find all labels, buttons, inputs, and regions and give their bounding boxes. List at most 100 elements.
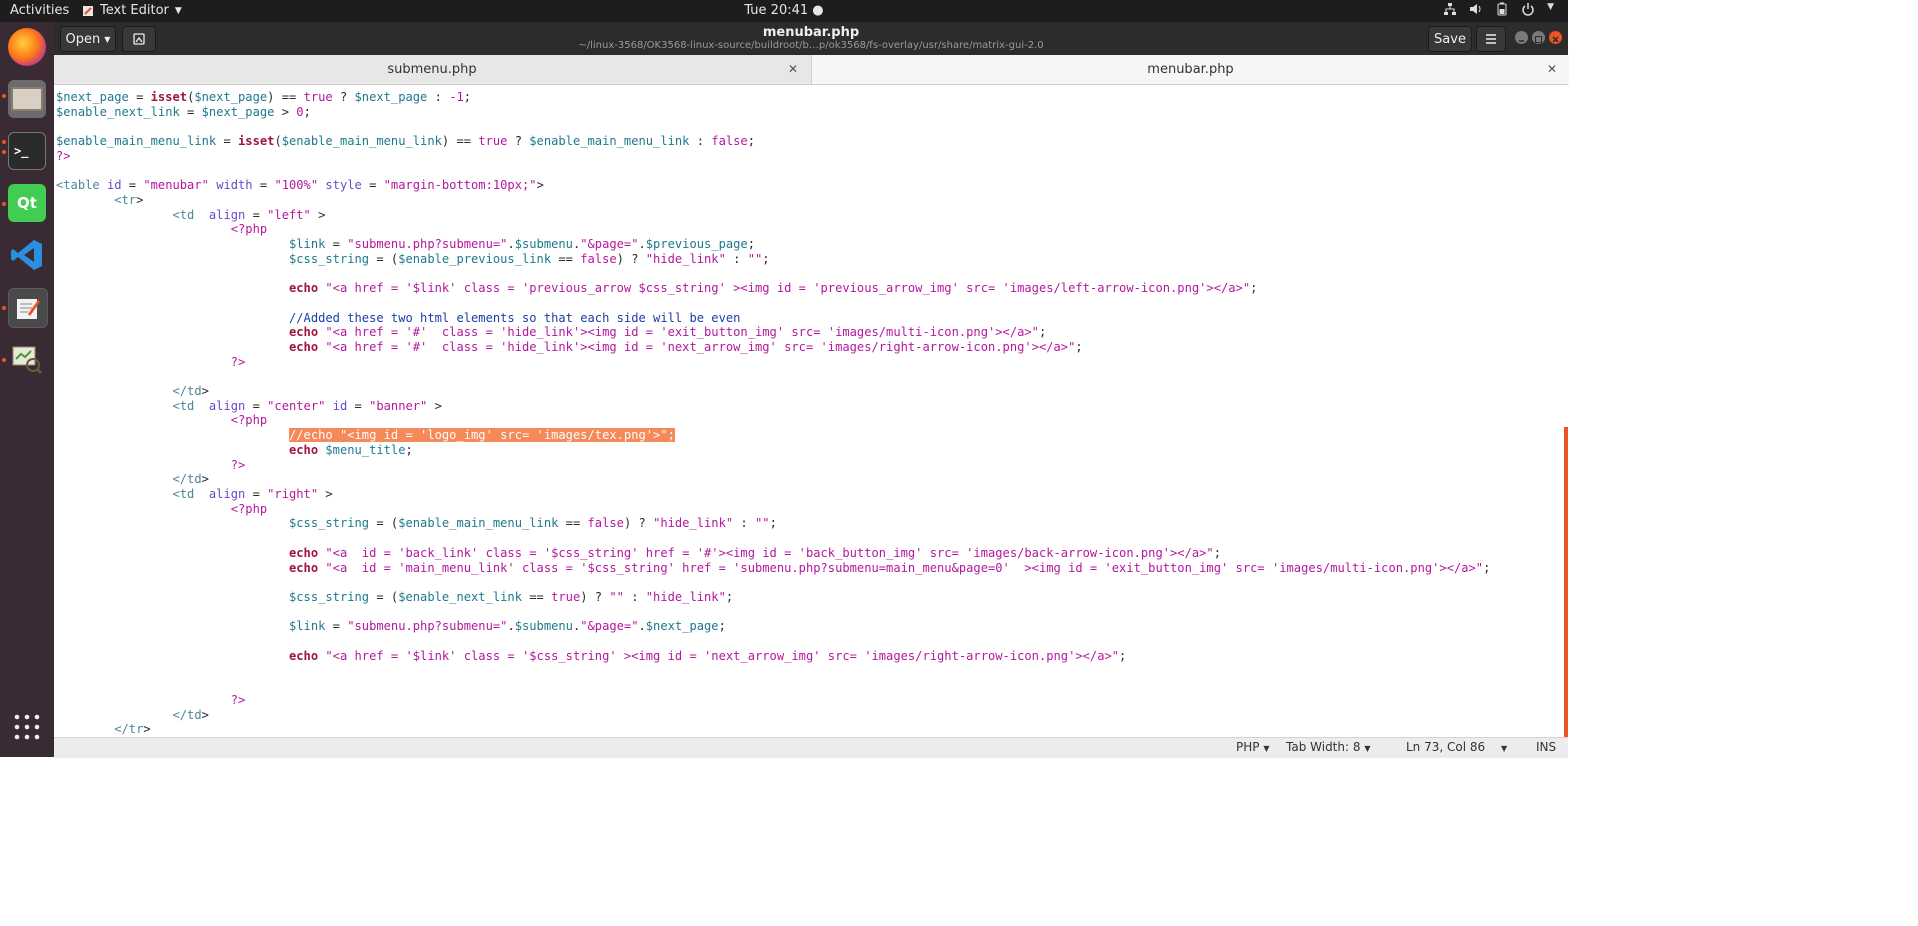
close-icon[interactable]: ✕ [1547,62,1557,76]
vscode-shape-icon [11,240,42,270]
chevron-down-icon: ▼ [104,34,111,44]
status-bar: PHP ▼ Tab Width: 8 ▼ Ln 73, Col 86 ▼ INS [54,737,1568,758]
chevron-down-icon: ▼ [1500,744,1508,753]
running-indicator [2,202,6,206]
files-icon[interactable] [8,80,46,118]
code-line[interactable]: $css_string = ($enable_previous_link == … [56,252,770,266]
tab-width-selector[interactable]: Tab Width: 8 ▼ [1286,740,1370,754]
close-icon [1552,36,1559,43]
code-line[interactable]: </td> [56,384,209,398]
chevron-down-icon: ▼ [1263,744,1270,753]
open-button-label: Open [65,31,101,47]
code-line[interactable]: <?php [56,413,267,427]
terminal-icon[interactable]: >_ [8,132,46,170]
code-line[interactable]: <td align = "center" id = "banner" > [56,399,442,413]
volume-icon[interactable] [1469,2,1483,16]
tab-menubar[interactable]: menubar.php ✕ [811,55,1569,84]
clock[interactable]: Tue 20:41 [744,3,808,18]
qt-label: Qt [17,194,37,212]
code-line[interactable]: echo "<a id = 'back_link' class = '$css_… [56,546,1221,560]
new-document-button[interactable] [122,26,156,52]
tab-width-label: Tab Width: 8 [1286,740,1361,754]
activities-button[interactable]: Activities [10,3,69,18]
code-view[interactable]: $next_page = isset($next_page) == true ?… [56,90,1490,737]
minimize-icon [1519,40,1524,42]
code-line[interactable]: ?> [56,355,246,369]
hamburger-menu-button[interactable] [1476,26,1506,52]
code-line[interactable]: $enable_next_link = $next_page > 0; [56,105,311,119]
code-line[interactable]: //Added these two html elements so that … [56,311,740,325]
save-button-label: Save [1434,31,1466,47]
code-line[interactable]: </td> [56,472,209,486]
running-indicator [2,140,6,144]
text-editor-icon[interactable] [8,288,48,328]
save-button[interactable]: Save [1428,26,1472,52]
app-grid-icon [14,714,40,740]
code-line[interactable]: <?php [56,222,267,236]
chevron-down-icon: ▼ [174,5,182,16]
language-label: PHP [1236,740,1260,754]
qt-creator-icon[interactable]: Qt [8,184,46,222]
firefox-icon[interactable] [8,28,46,66]
code-line[interactable]: //echo "<img id = 'logo_img' src= 'image… [56,428,675,443]
code-line[interactable]: echo "<a href = '$link' class = 'previou… [56,281,1257,295]
tab-submenu[interactable]: submenu.php ✕ [54,55,810,84]
code-line[interactable]: echo "<a href = '$link' class = '$css_st… [56,649,1126,663]
hamburger-icon [1486,34,1496,44]
scrollbar[interactable] [1564,427,1568,737]
vscode-icon[interactable] [8,236,46,274]
code-line[interactable]: <?php [56,502,267,516]
notepad-icon [17,299,40,319]
code-line[interactable]: ?> [56,149,71,163]
code-line[interactable]: $css_string = ($enable_main_menu_link ==… [56,516,777,530]
code-editor[interactable]: $next_page = isset($next_page) == true ?… [54,85,1568,737]
minimize-button[interactable] [1515,31,1528,44]
show-apps-icon[interactable] [8,708,46,746]
close-icon[interactable]: ✕ [788,62,798,76]
cursor-position-label: Ln 73, Col 86 [1406,740,1486,754]
code-line[interactable]: $enable_main_menu_link = isset($enable_m… [56,134,755,148]
code-line[interactable]: $link = "submenu.php?submenu=".$submenu.… [56,619,726,633]
file-path: ~/linux-3568/OK3568-linux-source/buildro… [578,40,1044,51]
cursor-position[interactable]: Ln 73, Col 86 ▼ [1406,740,1507,754]
code-line[interactable]: $next_page = isset($next_page) == true ?… [56,90,471,104]
new-document-icon [133,33,145,45]
network-icon[interactable] [1443,2,1457,16]
window-title: menubar.php [762,25,860,40]
code-line[interactable]: $link = "submenu.php?submenu=".$submenu.… [56,237,755,251]
chevron-down-icon: ▼ [1364,744,1371,753]
header-bar: Open ▼ menubar.php ~/linux-3568/OK3568-l… [54,22,1568,56]
code-line[interactable]: <td align = "left" > [56,208,326,222]
app-menu[interactable]: Text Editor ▼ [82,3,182,18]
code-line[interactable]: echo "<a href = '#' class = 'hide_link'>… [56,340,1083,354]
tab-label: menubar.php [1147,62,1234,77]
code-line[interactable]: ?> [56,458,246,472]
text-selection[interactable]: //echo "<img id = 'logo_img' src= 'image… [289,428,675,443]
code-line[interactable]: echo "<a href = '#' class = 'hide_link'>… [56,325,1046,339]
tab-label: submenu.php [387,62,477,77]
code-line[interactable]: echo $menu_title; [56,443,413,457]
code-line[interactable]: <table id = "menubar" width = "100%" sty… [56,178,544,192]
battery-icon[interactable] [1495,2,1509,16]
monitor-magnifier-icon [12,346,43,375]
code-line[interactable]: echo "<a id = 'main_menu_link' class = '… [56,561,1490,575]
code-line[interactable]: ?> [56,693,246,707]
maximize-button[interactable] [1532,31,1545,44]
top-bar: Activities Text Editor ▼ Tue 20:41 ● ▼ [0,0,1568,22]
code-line[interactable]: </tr> [56,722,150,736]
power-icon[interactable] [1521,2,1535,16]
code-line[interactable]: </td> [56,708,209,722]
system-monitor-icon[interactable] [8,340,46,378]
tab-bar: submenu.php ✕ menubar.php ✕ [54,55,1569,85]
code-line[interactable]: <td align = "right" > [56,487,333,501]
running-indicator [2,150,6,154]
code-line[interactable]: $css_string = ($enable_next_link == true… [56,590,733,604]
files-drawer-icon [11,87,43,111]
code-line[interactable]: <tr> [56,193,143,207]
open-button[interactable]: Open ▼ [60,26,116,52]
language-selector[interactable]: PHP ▼ [1236,740,1269,754]
chevron-down-icon[interactable]: ▼ [1547,2,1554,16]
running-indicator [2,306,6,310]
insert-mode: INS [1536,740,1557,754]
close-button[interactable] [1549,31,1562,44]
